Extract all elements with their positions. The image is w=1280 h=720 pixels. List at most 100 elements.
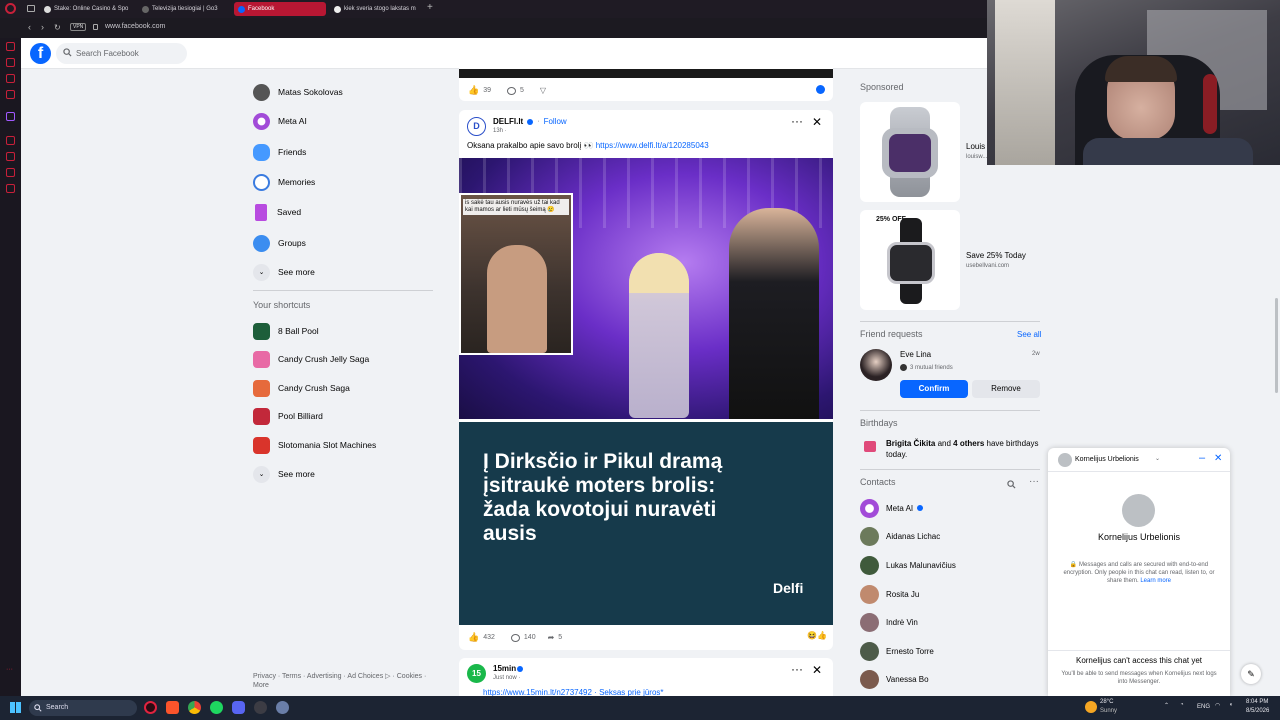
post-link[interactable]: https://www.delfi.lt/a/120285043: [596, 141, 709, 150]
minimize-icon[interactable]: –: [1199, 452, 1205, 464]
url-field[interactable]: www.facebook.com: [105, 23, 165, 30]
volume-icon[interactable]: ◖: [1229, 702, 1233, 708]
birthday-others[interactable]: 4 others: [953, 439, 984, 448]
tab-stake[interactable]: Stake: Online Casino & Spo: [40, 2, 134, 16]
reload-icon[interactable]: ↻: [54, 23, 61, 32]
shortcut-slotomania[interactable]: Slotomania Slot Machines: [253, 434, 376, 456]
shortcuts-see-more[interactable]: ⌄ See more: [253, 463, 315, 485]
share-icon[interactable]: ➦: [548, 633, 555, 642]
search-icon[interactable]: [1007, 480, 1016, 489]
chat-header-name[interactable]: Kornelijus Urbelionis: [1075, 456, 1139, 463]
post-headline-image[interactable]: Į Dirksčio ir Pikul dramą įsitraukė mote…: [459, 422, 833, 625]
chrome-icon[interactable]: [188, 701, 201, 714]
contact-item[interactable]: Ernesto Torre: [860, 640, 934, 662]
tab-google[interactable]: kiek sveria stogo lakstas m: [330, 2, 422, 16]
new-tab-button[interactable]: +: [427, 2, 433, 13]
wifi-icon[interactable]: ◠: [1215, 702, 1220, 709]
shortcut-8-ball-pool[interactable]: 8 Ball Pool: [253, 320, 319, 342]
clock-time[interactable]: 8:04 PM: [1246, 699, 1268, 705]
follow-button[interactable]: Follow: [544, 117, 567, 126]
twitch-icon[interactable]: [6, 112, 15, 121]
opera-gx-icon[interactable]: [144, 701, 157, 714]
close-icon[interactable]: ✕: [812, 663, 822, 677]
more-options-icon[interactable]: ···: [791, 662, 803, 676]
shortcut-pool-billiard[interactable]: Pool Billiard: [253, 405, 323, 427]
chevron-up-icon[interactable]: ⌃: [1164, 702, 1169, 709]
contact-item[interactable]: Meta AI: [860, 497, 924, 519]
post-photo[interactable]: is sakė tau ausis nuravės už tai kad kai…: [459, 158, 833, 419]
sidebar-item-meta-ai[interactable]: Meta AI: [253, 110, 307, 132]
post-author[interactable]: 15min: [493, 664, 516, 673]
contact-item[interactable]: Rosita Ju: [860, 583, 919, 605]
contact-item[interactable]: Vanessa Bo: [860, 668, 929, 690]
footer-links[interactable]: Privacy · Terms · Advertising · Ad Choic…: [253, 672, 433, 690]
vpn-badge[interactable]: VPN: [70, 23, 87, 31]
sidebar-item-friends[interactable]: Friends: [253, 141, 306, 163]
sidebar-app-icon[interactable]: [6, 42, 15, 51]
ad-title[interactable]: Louis: [966, 142, 985, 151]
friend-request-name[interactable]: Eve Lina: [900, 350, 931, 359]
close-icon[interactable]: ✕: [812, 115, 822, 129]
language-indicator[interactable]: ENG: [1197, 704, 1210, 710]
opera-logo-icon[interactable]: [5, 3, 16, 14]
sidebar-app-icon[interactable]: [6, 152, 15, 161]
weather-temp[interactable]: 28°C: [1100, 699, 1113, 705]
spotify-icon[interactable]: [210, 701, 223, 714]
post-author[interactable]: DELFI.lt: [493, 117, 523, 126]
windows-start-icon[interactable]: [10, 702, 21, 713]
dislike-icon[interactable]: ▽: [540, 86, 546, 95]
sidebar-app-icon[interactable]: [6, 136, 15, 145]
remove-button[interactable]: Remove: [972, 380, 1040, 398]
delfi-avatar[interactable]: D: [467, 117, 486, 136]
clock-date[interactable]: 8/5/2026: [1246, 708, 1269, 714]
chevron-down-icon[interactable]: ⌄: [1155, 455, 1160, 462]
forward-icon[interactable]: ›: [41, 22, 44, 32]
sidebar-item-saved[interactable]: Saved: [253, 201, 301, 223]
sidebar-app-icon[interactable]: [6, 90, 15, 99]
ad-image-watch-1[interactable]: [860, 102, 960, 202]
see-all-link[interactable]: See all: [1017, 330, 1041, 339]
birthday-name[interactable]: Brigita Čikita: [886, 439, 935, 448]
taskbar-search[interactable]: Search: [29, 700, 137, 716]
discord-icon[interactable]: [232, 701, 245, 714]
sidebar-item-groups[interactable]: Groups: [253, 232, 306, 254]
sidebar-app-icon[interactable]: [6, 74, 15, 83]
sidebar-item-profile[interactable]: Matas Sokolovas: [253, 81, 343, 103]
tab-facebook[interactable]: Facebook: [234, 2, 326, 16]
ad-title[interactable]: Save 25% Today: [966, 251, 1026, 260]
contact-item[interactable]: Aidanas Lichac: [860, 525, 940, 547]
like-icon[interactable]: 👍: [468, 632, 479, 643]
sidebar-app-icon[interactable]: [6, 184, 15, 193]
shortcut-candy-crush-jelly[interactable]: Candy Crush Jelly Saga: [253, 348, 369, 370]
back-icon[interactable]: ‹: [28, 22, 31, 32]
more-options-icon[interactable]: ···: [1029, 476, 1039, 487]
new-message-icon[interactable]: ✎: [1241, 664, 1261, 684]
confirm-button[interactable]: Confirm: [900, 380, 968, 398]
scrollbar[interactable]: [1275, 298, 1278, 393]
avatar[interactable]: [860, 349, 892, 381]
chat-header[interactable]: Kornelijus Urbelionis ⌄ – ✕: [1048, 448, 1230, 472]
shortcut-candy-crush[interactable]: Candy Crush Saga: [253, 377, 350, 399]
close-icon[interactable]: ✕: [1214, 453, 1222, 464]
tab-go3[interactable]: Televizija tiesiogiai | Go3: [138, 2, 230, 16]
more-icon[interactable]: ···: [6, 666, 15, 675]
sidebar-app-icon[interactable]: [6, 58, 15, 67]
workspace-icon[interactable]: [27, 5, 35, 12]
obs-icon[interactable]: [254, 701, 267, 714]
contact-item[interactable]: Indrė Vin: [860, 611, 918, 633]
like-icon[interactable]: 👍: [468, 85, 479, 96]
search-input[interactable]: Search Facebook: [56, 43, 187, 64]
brave-icon[interactable]: [166, 701, 179, 714]
facebook-logo[interactable]: f: [30, 43, 51, 64]
settings-icon[interactable]: [276, 701, 289, 714]
sidebar-see-more[interactable]: ⌄ See more: [253, 261, 315, 283]
comment-icon[interactable]: [510, 633, 520, 642]
15min-avatar[interactable]: 15: [467, 664, 486, 683]
contact-item[interactable]: Lukas Malunavičius: [860, 554, 956, 576]
comment-icon[interactable]: [507, 86, 517, 95]
more-options-icon[interactable]: ···: [791, 114, 803, 128]
sidebar-app-icon[interactable]: [6, 168, 15, 177]
ad-image-watch-2[interactable]: 25% OFF: [860, 210, 960, 310]
learn-more-link[interactable]: Learn more: [1140, 578, 1171, 584]
sidebar-item-memories[interactable]: Memories: [253, 171, 315, 193]
